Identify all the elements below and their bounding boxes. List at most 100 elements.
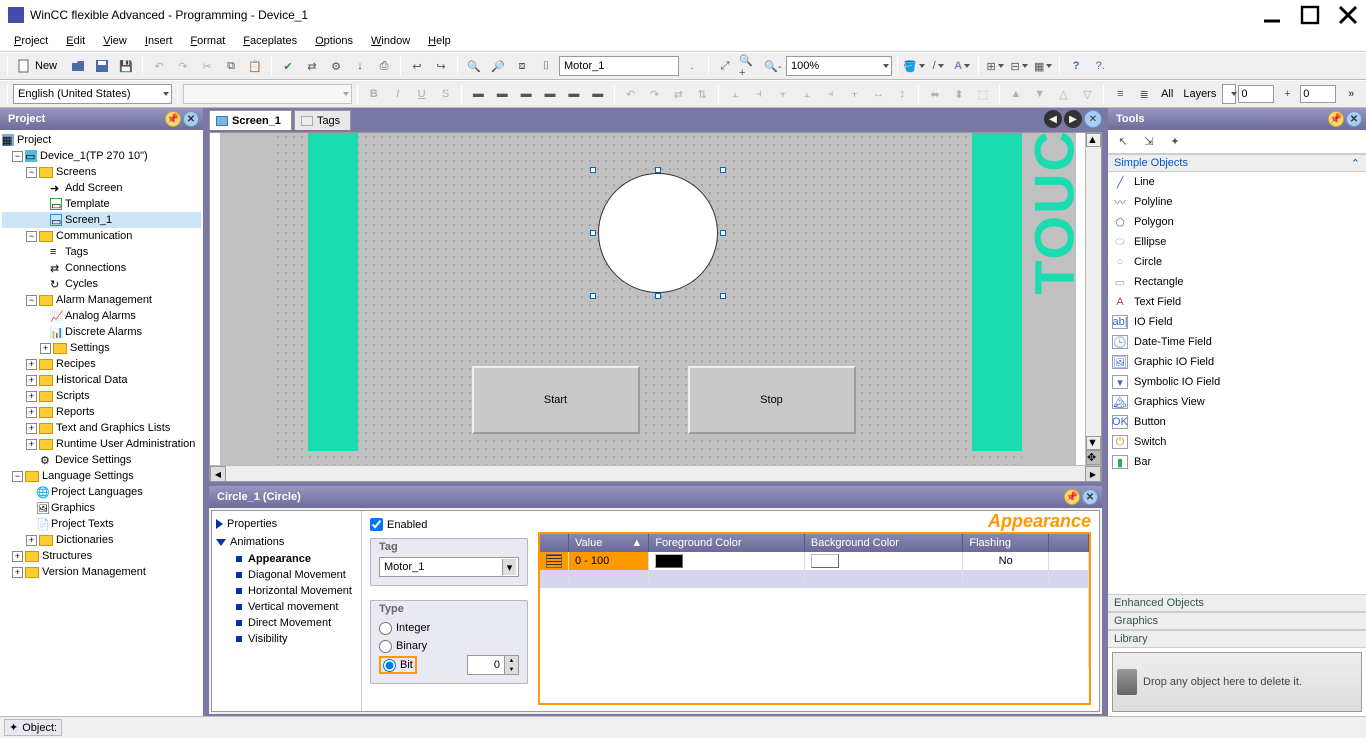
tool2-icon[interactable]: ⇲ xyxy=(1138,131,1160,153)
tool-rectangle[interactable]: ▭Rectangle xyxy=(1108,272,1366,292)
save-all-icon[interactable]: 💾 xyxy=(115,55,137,77)
align-r-icon[interactable]: ▬ xyxy=(515,83,537,105)
tree-device[interactable]: −▭Device_1(TP 270 10") xyxy=(2,148,201,164)
tree-scripts[interactable]: +Scripts xyxy=(2,388,201,404)
nav-appearance[interactable]: Appearance xyxy=(212,551,361,567)
type-integer[interactable]: Integer xyxy=(379,619,519,637)
check-icon[interactable]: ✔ xyxy=(277,55,299,77)
tool-ellipse[interactable]: ⬭Ellipse xyxy=(1108,232,1366,252)
tool3-icon[interactable]: ✦ xyxy=(1164,131,1186,153)
bit-spinbox[interactable]: ▲▼ xyxy=(467,655,519,675)
al5-icon[interactable]: ⫞ xyxy=(820,83,842,105)
col-value[interactable]: Value ▲ xyxy=(569,534,649,552)
menu-window[interactable]: Window xyxy=(363,33,418,49)
tree-lang-settings[interactable]: −Language Settings xyxy=(2,468,201,484)
zoom-out-icon[interactable]: 🔍- xyxy=(762,55,784,77)
cat-simple[interactable]: Simple Objects⌃ xyxy=(1108,154,1366,172)
type-bit[interactable]: Bit xyxy=(379,656,417,674)
nav-direct[interactable]: Direct Movement xyxy=(212,615,361,631)
tool-polygon[interactable]: ⬠Polygon xyxy=(1108,212,1366,232)
tree-graphics[interactable]: 🖼Graphics xyxy=(2,500,201,516)
al6-icon[interactable]: ⫟ xyxy=(844,83,866,105)
al2-icon[interactable]: ⫞ xyxy=(748,83,770,105)
menu-project[interactable]: Project xyxy=(6,33,56,49)
tree-runtime-admin[interactable]: +Runtime User Administration xyxy=(2,436,201,452)
tool-graphic-io-field[interactable]: 🖼Graphic IO Field xyxy=(1108,352,1366,372)
al3-icon[interactable]: ⫟ xyxy=(772,83,794,105)
al4-icon[interactable]: ⫠ xyxy=(796,83,818,105)
tree-proj-lang[interactable]: 🌐Project Languages xyxy=(2,484,201,500)
tree-recipes[interactable]: +Recipes xyxy=(2,356,201,372)
back-icon[interactable]: ▼ xyxy=(1029,83,1051,105)
stop-button[interactable]: Stop xyxy=(688,366,856,434)
new-button[interactable]: New xyxy=(13,55,65,77)
nav-diag[interactable]: Diagonal Movement xyxy=(212,567,361,583)
same-h-icon[interactable]: ⬍ xyxy=(948,83,970,105)
tree-text-graphics[interactable]: +Text and Graphics Lists xyxy=(2,420,201,436)
tool-symbolic-io-field[interactable]: ▾Symbolic IO Field xyxy=(1108,372,1366,392)
tree-root[interactable]: ▦Project xyxy=(2,132,201,148)
pin-icon[interactable]: 📌 xyxy=(1328,111,1344,127)
menu-options[interactable]: Options xyxy=(307,33,361,49)
tool-switch[interactable]: ⏻Switch xyxy=(1108,432,1366,452)
tool-circle[interactable]: ○Circle xyxy=(1108,252,1366,272)
grid-row-1[interactable]: 0 - 100 No xyxy=(540,552,1089,570)
tree-structures[interactable]: +Structures xyxy=(2,548,201,564)
tree-discrete-alarms[interactable]: 📊Discrete Alarms xyxy=(2,324,201,340)
fill-color-icon[interactable]: 🪣 xyxy=(903,55,925,77)
layer-a-input[interactable] xyxy=(1238,85,1274,103)
fwd-icon[interactable]: △ xyxy=(1053,83,1075,105)
misc2-icon[interactable]: ⌷ xyxy=(535,55,557,77)
cut-icon[interactable]: ✂ xyxy=(196,55,218,77)
align-l-icon[interactable]: ▬ xyxy=(467,83,489,105)
align-icon[interactable]: ▦ xyxy=(1032,55,1054,77)
tree-add-screen[interactable]: ➜Add Screen xyxy=(2,180,201,196)
bold-icon[interactable]: B xyxy=(363,83,385,105)
menu-faceplates[interactable]: Faceplates xyxy=(235,33,305,49)
nav-animations[interactable]: Animations xyxy=(212,533,361,551)
transfer-icon[interactable]: ⇄ xyxy=(301,55,323,77)
dist-v-icon[interactable]: ↕ xyxy=(891,83,913,105)
help-icon[interactable]: ? xyxy=(1065,55,1087,77)
cat-graphics[interactable]: Graphics xyxy=(1108,612,1366,630)
struct-icon[interactable]: ⧈ xyxy=(511,55,533,77)
tree-dictionaries[interactable]: +Dictionaries xyxy=(2,532,201,548)
tool-graphics-view[interactable]: 🏔Graphics View xyxy=(1108,392,1366,412)
layer-b-input[interactable] xyxy=(1300,85,1336,103)
tree-analog-alarms[interactable]: 📈Analog Alarms xyxy=(2,308,201,324)
zoom-in-icon[interactable]: 🔍+ xyxy=(738,55,760,77)
start-button[interactable]: Start xyxy=(472,366,640,434)
canvas-hscroll[interactable]: ◀▶ xyxy=(210,465,1101,481)
menu-format[interactable]: Format xyxy=(182,33,233,49)
object-name-input[interactable] xyxy=(559,56,679,76)
tree-screens[interactable]: −Screens xyxy=(2,164,201,180)
canvas-vscroll[interactable]: ▲▼✥ xyxy=(1085,133,1101,465)
tree-template[interactable]: ▭Template xyxy=(2,196,201,212)
snap-icon[interactable]: ⊟ xyxy=(1008,55,1030,77)
design-canvas[interactable]: TOUC Start Stop xyxy=(220,133,1076,465)
align-t-icon[interactable]: ▬ xyxy=(539,83,561,105)
tree-cycles[interactable]: ↻Cycles xyxy=(2,276,201,292)
same-s-icon[interactable]: ⬚ xyxy=(972,83,994,105)
menu-insert[interactable]: Insert xyxy=(137,33,181,49)
paste-icon[interactable]: 📋 xyxy=(244,55,266,77)
tool-button[interactable]: OKButton xyxy=(1108,412,1366,432)
language-combo[interactable]: English (United States) xyxy=(13,84,172,104)
nav-properties[interactable]: Properties xyxy=(212,515,361,533)
tab-screen1[interactable]: Screen_1 xyxy=(209,110,292,130)
find-icon[interactable]: 🔍 xyxy=(463,55,485,77)
dist-h-icon[interactable]: ↔ xyxy=(867,83,889,105)
same-w-icon[interactable]: ⬌ xyxy=(924,83,946,105)
redo-icon[interactable]: ↷ xyxy=(172,55,194,77)
enabled-checkbox[interactable]: Enabled xyxy=(370,518,427,531)
download-icon[interactable]: ↓ xyxy=(349,55,371,77)
text-color-icon[interactable]: A xyxy=(951,55,973,77)
tool-polyline[interactable]: 〰Polyline xyxy=(1108,192,1366,212)
close-panel-icon[interactable]: ✕ xyxy=(1346,111,1362,127)
save-icon[interactable] xyxy=(91,55,113,77)
col-bg[interactable]: Background Color xyxy=(804,534,962,552)
tree-communication[interactable]: −Communication xyxy=(2,228,201,244)
front-icon[interactable]: ▲ xyxy=(1005,83,1027,105)
tree-version-mgmt[interactable]: +Version Management xyxy=(2,564,201,580)
tree-tags[interactable]: ≡Tags xyxy=(2,244,201,260)
